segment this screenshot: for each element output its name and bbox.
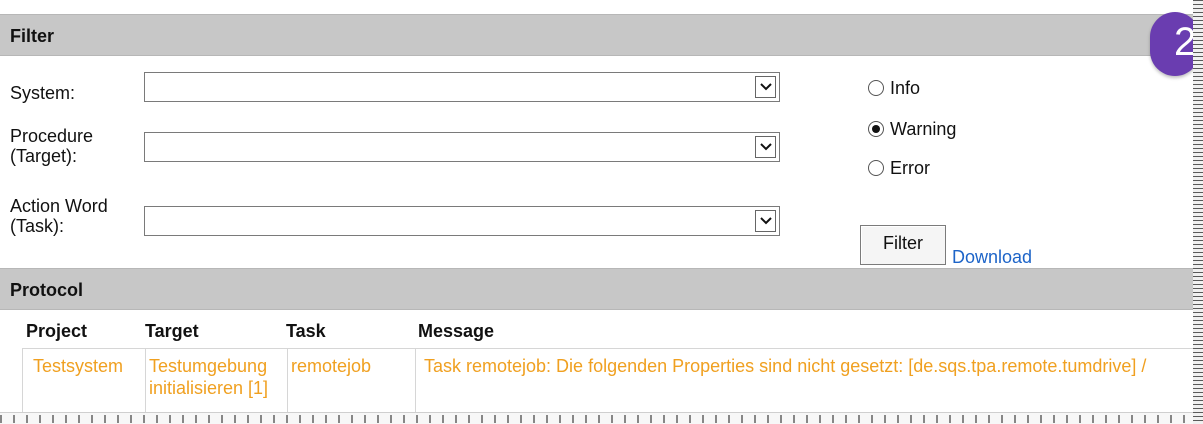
filter-protocol-page: Filter System: Procedure (Target): Actio…	[0, 0, 1193, 424]
radio-error[interactable]	[868, 160, 884, 176]
action-word-label-line1: Action Word	[10, 196, 108, 216]
action-word-label-line2: (Task):	[10, 216, 64, 236]
filter-button[interactable]: Filter	[860, 225, 946, 265]
radio-info-row[interactable]: Info	[868, 76, 920, 100]
procedure-label-line1: Procedure	[10, 126, 94, 146]
filter-section-title: Filter	[10, 26, 55, 46]
column-header-project: Project	[26, 321, 88, 341]
procedure-label-line2: (Target):	[10, 146, 78, 166]
column-header-target: Target	[145, 321, 199, 341]
radio-info[interactable]	[868, 80, 884, 96]
radio-warning[interactable]	[868, 121, 884, 137]
chevron-down-icon[interactable]	[755, 136, 776, 158]
right-edge-torn-border	[1193, 0, 1203, 424]
radio-warning-row[interactable]: Warning	[868, 117, 956, 141]
system-select[interactable]	[144, 72, 780, 102]
cell-target-line2: initialisieren [1]	[149, 378, 269, 398]
download-link[interactable]: Download	[952, 247, 1032, 268]
chevron-down-icon[interactable]	[755, 76, 776, 98]
protocol-section-title: Protocol	[10, 280, 84, 300]
step-badge: 2	[1150, 12, 1193, 76]
protocol-section-header: Protocol	[0, 268, 1193, 310]
cut-off-content-strip	[0, 412, 1193, 424]
column-header-message: Message	[418, 321, 495, 341]
chevron-down-icon[interactable]	[755, 210, 776, 232]
action-word-label: Action Word (Task):	[10, 196, 108, 236]
action-word-select[interactable]	[144, 206, 780, 236]
step-badge-number: 2	[1174, 20, 1193, 64]
radio-error-label: Error	[890, 157, 930, 178]
procedure-label: Procedure (Target):	[10, 126, 93, 166]
procedure-select[interactable]	[144, 132, 780, 162]
system-label: System:	[10, 83, 76, 103]
cut-off-content-pattern	[0, 415, 1193, 423]
radio-warning-label: Warning	[890, 118, 957, 139]
radio-error-row[interactable]: Error	[868, 156, 930, 180]
column-header-task: Task	[286, 321, 326, 341]
cell-target-line1: Testumgebung	[149, 356, 268, 376]
radio-info-label: Info	[890, 77, 921, 98]
filter-section-header: Filter	[0, 14, 1193, 56]
